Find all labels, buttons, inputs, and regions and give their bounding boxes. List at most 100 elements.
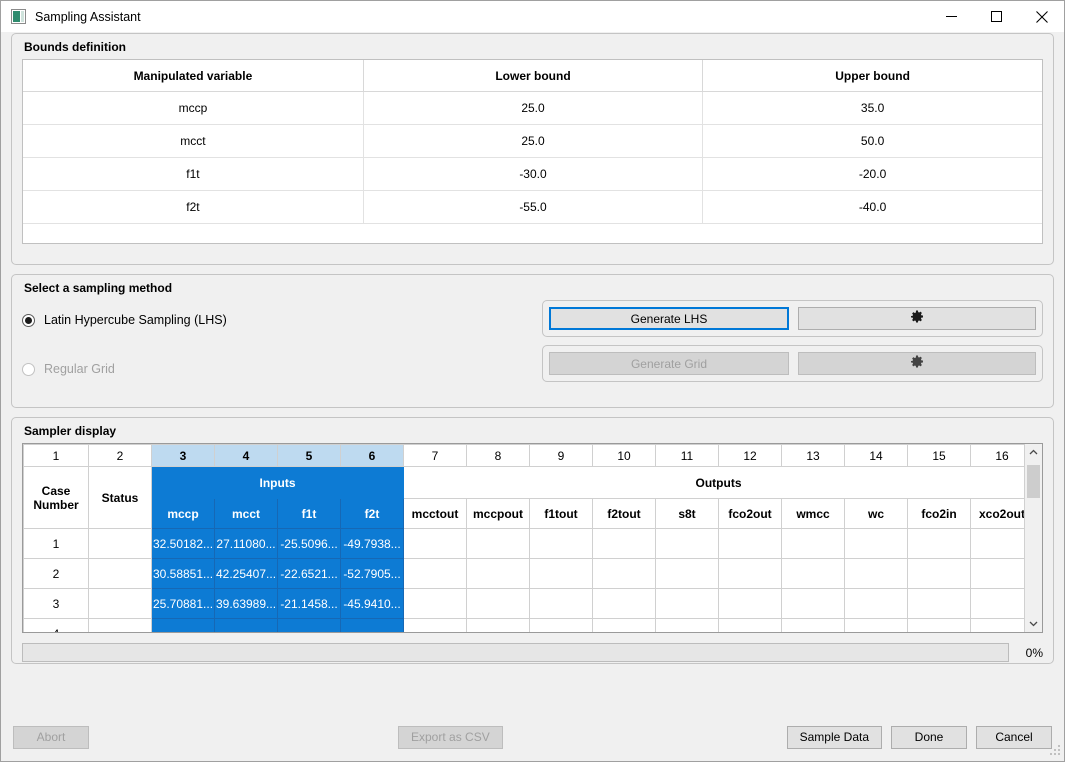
cell-f2t[interactable]: -49.7938...	[340, 528, 404, 559]
table-row[interactable]: 3 25.70881... 39.63989... -21.1458... -4…	[23, 588, 1024, 619]
cell-f2t[interactable]: -45.9410...	[340, 588, 404, 619]
cell-wc[interactable]	[844, 528, 908, 559]
cell-f1tout[interactable]	[529, 588, 593, 619]
chevron-down-icon[interactable]	[1025, 615, 1042, 632]
scrollbar-track[interactable]	[1025, 461, 1042, 615]
cell-mccp[interactable]: 32.50182...	[151, 528, 215, 559]
col-index-13[interactable]: 13	[781, 444, 845, 467]
cancel-button[interactable]: Cancel	[976, 725, 1052, 749]
col-index-1[interactable]: 1	[23, 444, 89, 467]
cell-wc[interactable]	[844, 588, 908, 619]
generate-lhs-button[interactable]: Generate LHS	[549, 307, 789, 330]
bounds-cell-upper[interactable]: 35.0	[702, 91, 1042, 125]
col-name-mccpout[interactable]: mccpout	[466, 498, 530, 529]
col-index-15[interactable]: 15	[907, 444, 971, 467]
cell-fco2out[interactable]	[718, 528, 782, 559]
minimize-icon[interactable]	[929, 1, 974, 32]
cell-s8t[interactable]	[655, 588, 719, 619]
cell-f2tout[interactable]	[592, 588, 656, 619]
cell-mcctout[interactable]	[403, 588, 467, 619]
cell-f1t[interactable]: -21.1458...	[277, 588, 341, 619]
cell-f1tout[interactable]	[529, 528, 593, 559]
cell-wc[interactable]	[844, 618, 908, 632]
cell-mccp[interactable]: 25.70881...	[151, 588, 215, 619]
col-index-8[interactable]: 8	[466, 444, 530, 467]
bounds-cell-upper[interactable]: -20.0	[702, 157, 1042, 191]
bounds-cell-upper[interactable]: 50.0	[702, 124, 1042, 158]
cell-wc[interactable]	[844, 558, 908, 589]
cell-mccpout[interactable]	[466, 588, 530, 619]
table-row[interactable]: f1t -30.0 -20.0	[23, 157, 1042, 191]
cell-wmcc[interactable]	[781, 588, 845, 619]
resize-grip-icon[interactable]	[1047, 745, 1060, 758]
cell-mccp[interactable]: 30.58851...	[151, 558, 215, 589]
bounds-cell-lower[interactable]: -55.0	[363, 190, 704, 224]
cell-xco2out[interactable]	[970, 558, 1024, 589]
table-row[interactable]: 4	[23, 618, 1024, 632]
maximize-icon[interactable]	[974, 1, 1019, 32]
col-index-7[interactable]: 7	[403, 444, 467, 467]
sampler-grid[interactable]: 1 2 3 4 5 6 7 8 9 10 11 12 13 14 15 16 C…	[22, 443, 1043, 633]
cell-mcctout[interactable]	[403, 618, 467, 632]
table-row[interactable]: f2t -55.0 -40.0	[23, 190, 1042, 224]
cell-s8t[interactable]	[655, 558, 719, 589]
bounds-cell-upper[interactable]: -40.0	[702, 190, 1042, 224]
col-index-2[interactable]: 2	[88, 444, 152, 467]
cell-f2tout[interactable]	[592, 618, 656, 632]
col-name-xco2out[interactable]: xco2out	[970, 498, 1024, 529]
col-index-9[interactable]: 9	[529, 444, 593, 467]
cell-f2t[interactable]	[340, 618, 404, 632]
col-name-wmcc[interactable]: wmcc	[781, 498, 845, 529]
col-name-f1tout[interactable]: f1tout	[529, 498, 593, 529]
cell-f2tout[interactable]	[592, 558, 656, 589]
cell-f1tout[interactable]	[529, 558, 593, 589]
cell-mccp[interactable]	[151, 618, 215, 632]
radio-button-icon[interactable]	[22, 313, 35, 327]
cell-wmcc[interactable]	[781, 528, 845, 559]
col-index-16[interactable]: 16	[970, 444, 1024, 467]
cell-mccpout[interactable]	[466, 558, 530, 589]
cell-wmcc[interactable]	[781, 618, 845, 632]
cell-xco2out[interactable]	[970, 528, 1024, 559]
cell-mcct[interactable]: 42.25407...	[214, 558, 278, 589]
cell-fco2out[interactable]	[718, 618, 782, 632]
cell-mcct[interactable]: 27.11080...	[214, 528, 278, 559]
col-name-f2tout[interactable]: f2tout	[592, 498, 656, 529]
cell-xco2out[interactable]	[970, 618, 1024, 632]
cell-xco2out[interactable]	[970, 588, 1024, 619]
lhs-settings-button[interactable]	[798, 307, 1036, 330]
cell-s8t[interactable]	[655, 618, 719, 632]
sample-data-button[interactable]: Sample Data	[786, 725, 882, 749]
cell-f2t[interactable]: -52.7905...	[340, 558, 404, 589]
vertical-scrollbar[interactable]	[1024, 444, 1042, 632]
bounds-cell-lower[interactable]: 25.0	[363, 124, 704, 158]
chevron-up-icon[interactable]	[1025, 444, 1042, 461]
col-name-mccp[interactable]: mccp	[151, 498, 215, 529]
cell-f1tout[interactable]	[529, 618, 593, 632]
cell-wmcc[interactable]	[781, 558, 845, 589]
cell-f2tout[interactable]	[592, 528, 656, 559]
table-row[interactable]: 1 32.50182... 27.11080... -25.5096... -4…	[23, 528, 1024, 559]
table-row[interactable]: mcct 25.0 50.0	[23, 124, 1042, 158]
cell-fco2out[interactable]	[718, 588, 782, 619]
cell-fco2in[interactable]	[907, 588, 971, 619]
col-index-4[interactable]: 4	[214, 444, 278, 467]
close-icon[interactable]	[1019, 1, 1064, 32]
cell-s8t[interactable]	[655, 528, 719, 559]
radio-latin-hypercube[interactable]: Latin Hypercube Sampling (LHS)	[22, 306, 542, 334]
col-name-f1t[interactable]: f1t	[277, 498, 341, 529]
col-name-s8t[interactable]: s8t	[655, 498, 719, 529]
cell-mcctout[interactable]	[403, 528, 467, 559]
col-index-14[interactable]: 14	[844, 444, 908, 467]
cell-fco2in[interactable]	[907, 528, 971, 559]
col-index-6[interactable]: 6	[340, 444, 404, 467]
col-name-mcct[interactable]: mcct	[214, 498, 278, 529]
cell-f1t[interactable]	[277, 618, 341, 632]
cell-fco2out[interactable]	[718, 558, 782, 589]
cell-mccpout[interactable]	[466, 528, 530, 559]
table-row[interactable]: mccp 25.0 35.0	[23, 91, 1042, 125]
col-index-5[interactable]: 5	[277, 444, 341, 467]
col-name-wc[interactable]: wc	[844, 498, 908, 529]
table-row[interactable]: 2 30.58851... 42.25407... -22.6521... -5…	[23, 558, 1024, 589]
col-name-mcctout[interactable]: mcctout	[403, 498, 467, 529]
